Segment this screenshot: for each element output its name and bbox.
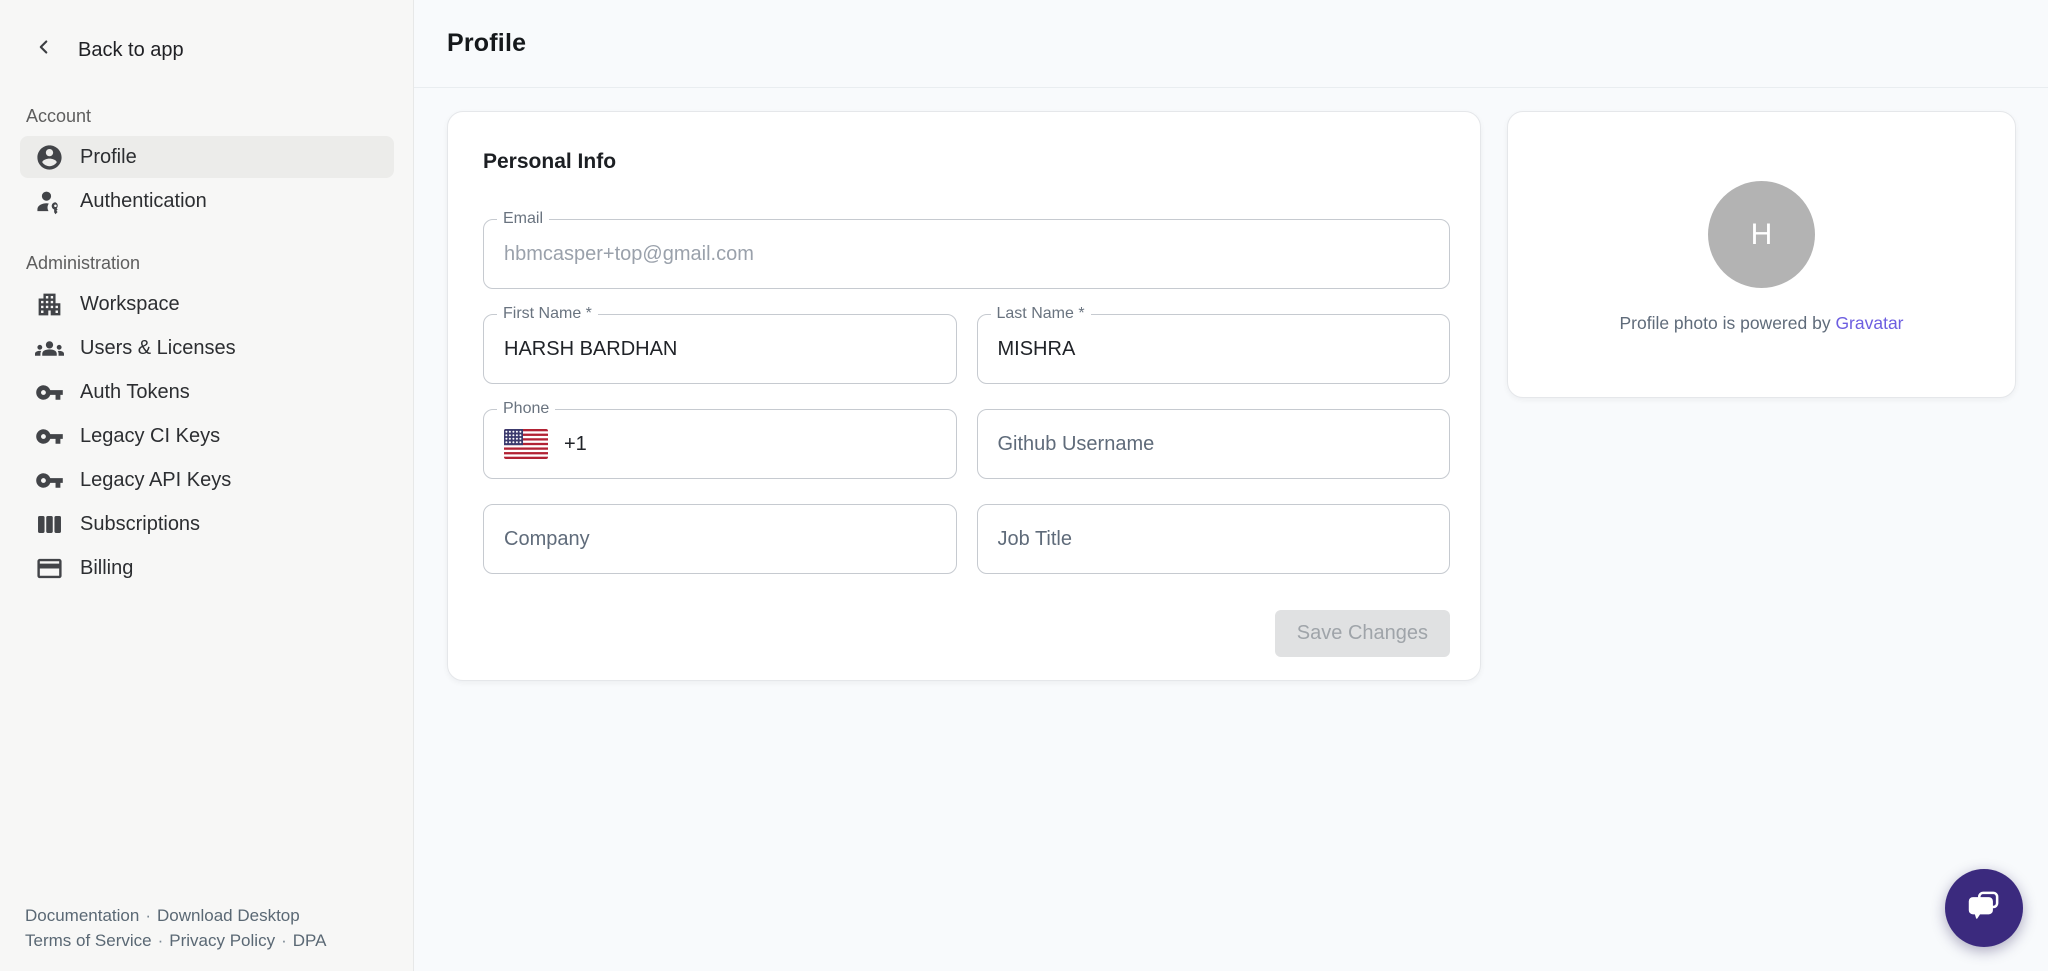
sidebar-item-profile[interactable]: Profile xyxy=(20,136,394,178)
page-title: Profile xyxy=(447,29,526,58)
us-flag-icon[interactable] xyxy=(504,429,548,459)
main-panel: Profile Personal Info Email First Name * xyxy=(414,0,2048,971)
columns-icon xyxy=(34,509,64,539)
gravatar-card: H Profile photo is powered by Gravatar xyxy=(1507,111,2016,398)
documentation-link[interactable]: Documentation xyxy=(25,906,139,925)
page-header: Profile xyxy=(414,0,2048,88)
sidebar-item-legacy-ci-keys[interactable]: Legacy CI Keys xyxy=(20,415,394,457)
first-name-input[interactable] xyxy=(504,338,936,361)
chat-bubbles-icon xyxy=(1963,885,2005,932)
email-field[interactable]: Email xyxy=(483,219,1450,289)
phone-dial-code: +1 xyxy=(564,433,587,456)
key-icon xyxy=(34,377,64,407)
avatar: H xyxy=(1708,181,1815,288)
footer-row-1: Documentation·Download Desktop xyxy=(25,903,393,928)
gravatar-link[interactable]: Gravatar xyxy=(1835,313,1903,333)
save-row: Save Changes xyxy=(483,610,1450,657)
terms-of-service-link[interactable]: Terms of Service xyxy=(25,931,152,950)
sidebar-item-label: Users & Licenses xyxy=(80,337,236,360)
job-title-field[interactable] xyxy=(977,504,1451,574)
sidebar-item-legacy-api-keys[interactable]: Legacy API Keys xyxy=(20,459,394,501)
content-area: Personal Info Email First Name * Last Na… xyxy=(414,88,2048,681)
phone-label: Phone xyxy=(497,400,555,418)
email-input[interactable] xyxy=(504,243,1429,266)
sidebar-item-label: Profile xyxy=(80,146,137,169)
company-input[interactable] xyxy=(504,528,936,551)
company-field[interactable] xyxy=(483,504,957,574)
footer-separator: · xyxy=(152,931,170,950)
footer-row-2: Terms of Service·Privacy Policy·DPA xyxy=(25,928,393,953)
personal-info-title: Personal Info xyxy=(483,150,1450,174)
sidebar-item-label: Legacy CI Keys xyxy=(80,425,220,448)
section-label-administration: Administration xyxy=(0,253,413,274)
sidebar-item-authentication[interactable]: Authentication xyxy=(20,180,394,222)
last-name-field[interactable]: Last Name * xyxy=(977,314,1451,384)
app-root: Back to app Account Profile Authenticati… xyxy=(0,0,2048,971)
person-key-icon xyxy=(34,186,64,216)
phone-github-row: Phone xyxy=(483,409,1450,479)
gravatar-caption-text: Profile photo is powered by xyxy=(1619,313,1830,333)
groups-icon xyxy=(34,333,64,363)
chat-launcher-button[interactable] xyxy=(1945,869,2023,947)
download-desktop-link[interactable]: Download Desktop xyxy=(157,906,300,925)
sidebar-item-subscriptions[interactable]: Subscriptions xyxy=(20,503,394,545)
account-circle-icon xyxy=(34,142,64,172)
github-username-input[interactable] xyxy=(998,433,1430,456)
sidebar-item-label: Subscriptions xyxy=(80,513,200,536)
sidebar-item-label: Legacy API Keys xyxy=(80,469,231,492)
gravatar-caption: Profile photo is powered by Gravatar xyxy=(1619,313,1903,334)
sidebar-item-label: Workspace xyxy=(80,293,180,316)
first-name-label: First Name * xyxy=(497,305,598,323)
section-label-account: Account xyxy=(0,106,413,127)
last-name-label: Last Name * xyxy=(991,305,1091,323)
dpa-link[interactable]: DPA xyxy=(293,931,327,950)
privacy-policy-link[interactable]: Privacy Policy xyxy=(169,931,275,950)
footer-separator: · xyxy=(139,906,157,925)
sidebar-item-label: Auth Tokens xyxy=(80,381,190,404)
back-to-app-label: Back to app xyxy=(78,39,184,62)
settings-sidebar: Back to app Account Profile Authenticati… xyxy=(0,0,414,971)
sidebar-footer: Documentation·Download Desktop Terms of … xyxy=(0,903,413,971)
sidebar-item-users-licenses[interactable]: Users & Licenses xyxy=(20,327,394,369)
personal-info-form: Email First Name * Last Name * xyxy=(483,219,1450,574)
credit-card-icon xyxy=(34,553,64,583)
phone-input[interactable] xyxy=(603,433,936,456)
key-icon xyxy=(34,465,64,495)
chevron-left-icon xyxy=(33,36,55,64)
github-username-field[interactable] xyxy=(977,409,1451,479)
email-label: Email xyxy=(497,210,549,228)
sidebar-item-label: Authentication xyxy=(80,190,207,213)
phone-field[interactable]: Phone xyxy=(483,409,957,479)
key-icon xyxy=(34,421,64,451)
sidebar-item-label: Billing xyxy=(80,557,133,580)
job-title-input[interactable] xyxy=(998,528,1430,551)
sidebar-item-workspace[interactable]: Workspace xyxy=(20,283,394,325)
name-row: First Name * Last Name * xyxy=(483,314,1450,384)
footer-separator: · xyxy=(275,931,293,950)
company-job-row xyxy=(483,504,1450,574)
personal-info-card: Personal Info Email First Name * Last Na… xyxy=(447,111,1481,681)
sidebar-item-auth-tokens[interactable]: Auth Tokens xyxy=(20,371,394,413)
save-changes-button[interactable]: Save Changes xyxy=(1275,610,1450,657)
building-icon xyxy=(34,289,64,319)
back-to-app-link[interactable]: Back to app xyxy=(0,0,413,64)
last-name-input[interactable] xyxy=(998,338,1430,361)
first-name-field[interactable]: First Name * xyxy=(483,314,957,384)
sidebar-item-billing[interactable]: Billing xyxy=(20,547,394,589)
